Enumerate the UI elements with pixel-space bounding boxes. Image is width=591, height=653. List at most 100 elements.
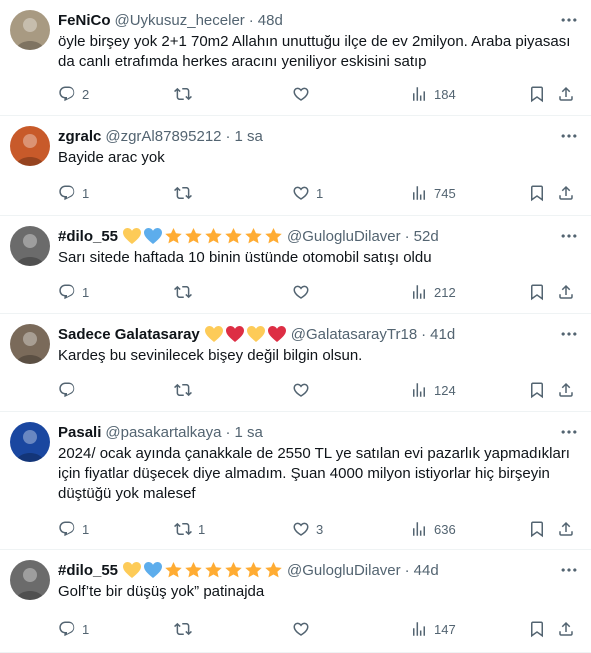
like-button[interactable] xyxy=(292,85,316,103)
more-icon[interactable] xyxy=(559,126,579,146)
share-icon xyxy=(557,520,575,538)
views-button[interactable]: 212 xyxy=(410,283,456,301)
bookmark-button[interactable] xyxy=(528,620,546,638)
avatar[interactable] xyxy=(10,422,50,462)
avatar[interactable] xyxy=(10,226,50,266)
tweet-text: Kardeş bu sevinilecek bişey değil bilgin… xyxy=(58,347,363,364)
views-count: 212 xyxy=(434,284,456,300)
tweet-time[interactable]: 41d xyxy=(430,326,455,343)
tweet-header: #dilo_55 @GulogluDilaver · 44d xyxy=(58,560,579,580)
views-count: 147 xyxy=(434,621,456,637)
share-button[interactable] xyxy=(557,85,575,103)
tweet-actions: 1 1 3 636 xyxy=(58,519,579,539)
share-icon xyxy=(557,620,575,638)
bookmark-button[interactable] xyxy=(528,283,546,301)
star-emoji xyxy=(224,561,243,579)
share-button[interactable] xyxy=(557,184,575,202)
views-button[interactable]: 124 xyxy=(410,381,456,399)
tweet-header: zgralc @zgrAl87895212 · 1 sa xyxy=(58,126,579,146)
user-handle[interactable]: @GulogluDilaver xyxy=(287,562,401,579)
tweet-text: Golf’te bir düşüş yok” patinajda xyxy=(58,583,265,600)
separator-dot: · xyxy=(404,227,410,245)
more-icon[interactable] xyxy=(559,10,579,30)
retweet-icon xyxy=(174,85,192,103)
share-icon xyxy=(557,283,575,301)
display-name[interactable]: FeNiCo xyxy=(58,12,111,29)
retweet-button[interactable] xyxy=(174,381,198,399)
share-button[interactable] xyxy=(557,620,575,638)
views-count: 184 xyxy=(434,86,456,102)
views-button[interactable]: 636 xyxy=(410,520,456,538)
retweet-button[interactable]: 1 xyxy=(174,520,205,538)
user-handle[interactable]: @zgrAl87895212 xyxy=(105,128,221,145)
tweet-time[interactable]: 52d xyxy=(414,228,439,245)
star-emoji xyxy=(244,227,263,245)
bookmark-icon xyxy=(528,184,546,202)
user-handle[interactable]: @GulogluDilaver xyxy=(287,228,401,245)
tweet-time[interactable]: 48d xyxy=(258,12,283,29)
tweet-text: öyle birşey yok 2+1 70m2 Allahın unuttuğ… xyxy=(58,33,571,70)
more-icon[interactable] xyxy=(559,422,579,442)
tweet-card[interactable]: #dilo_55 @GulogluDilaver · 44d Golf’te bir d… xyxy=(0,550,591,653)
avatar[interactable] xyxy=(10,126,50,166)
reply-button[interactable]: 1 xyxy=(58,184,89,202)
like-button[interactable]: 1 xyxy=(292,184,323,202)
bookmark-icon xyxy=(528,620,546,638)
more-icon[interactable] xyxy=(559,560,579,580)
like-button[interactable] xyxy=(292,381,316,399)
like-button[interactable] xyxy=(292,620,316,638)
reply-button[interactable]: 1 xyxy=(58,520,89,538)
avatar[interactable] xyxy=(10,10,50,50)
views-count: 636 xyxy=(434,521,456,537)
display-name[interactable]: Sadece Galatasaray xyxy=(58,326,200,343)
star-emoji xyxy=(164,227,183,245)
views-button[interactable]: 184 xyxy=(410,85,456,103)
display-name[interactable]: #dilo_55 xyxy=(58,228,118,245)
display-name[interactable]: #dilo_55 xyxy=(58,562,118,579)
bookmark-button[interactable] xyxy=(528,85,546,103)
user-handle[interactable]: @GalatasarayTr18 xyxy=(291,326,417,343)
more-icon[interactable] xyxy=(559,324,579,344)
retweet-button[interactable] xyxy=(174,85,198,103)
tweet-card[interactable]: Pasali @pasakartalkaya · 1 sa 2024/ ocak ayı… xyxy=(0,412,591,550)
retweet-button[interactable] xyxy=(174,283,198,301)
share-button[interactable] xyxy=(557,283,575,301)
like-button[interactable]: 3 xyxy=(292,520,323,538)
reply-button[interactable] xyxy=(58,381,82,399)
retweet-count: 1 xyxy=(198,521,206,537)
bookmark-button[interactable] xyxy=(528,184,546,202)
tweet-card[interactable]: zgralc @zgrAl87895212 · 1 sa Bayide arac yok… xyxy=(0,116,591,216)
retweet-button[interactable] xyxy=(174,184,198,202)
more-icon[interactable] xyxy=(559,226,579,246)
tweet-card[interactable]: FeNiCo @Uykusuz_heceler · 48d öyle birşey yo… xyxy=(0,0,591,116)
display-name[interactable]: zgralc xyxy=(58,128,101,145)
tweet-header: #dilo_55 @GulogluDilaver · 52d xyxy=(58,226,579,246)
reply-icon xyxy=(58,620,76,638)
bookmark-icon xyxy=(528,85,546,103)
retweet-icon xyxy=(174,283,192,301)
tweet-actions: 124 xyxy=(58,380,579,400)
avatar[interactable] xyxy=(10,560,50,600)
avatar[interactable] xyxy=(10,324,50,364)
reply-button[interactable]: 1 xyxy=(58,283,89,301)
tweet-time[interactable]: 44d xyxy=(414,562,439,579)
share-button[interactable] xyxy=(557,381,575,399)
bookmark-button[interactable] xyxy=(528,520,546,538)
tweet-card[interactable]: #dilo_55 @GulogluDilaver · 52d Sarı sitede h… xyxy=(0,216,591,314)
display-name[interactable]: Pasali xyxy=(58,424,101,441)
reply-button[interactable]: 1 xyxy=(58,620,89,638)
tweet-card[interactable]: Sadece Galatasaray @GalatasarayTr18 · 41d Ka… xyxy=(0,314,591,412)
views-button[interactable]: 745 xyxy=(410,184,456,202)
user-handle[interactable]: @Uykusuz_heceler xyxy=(115,12,245,29)
tweet-time[interactable]: 1 sa xyxy=(235,128,263,145)
tweet-time[interactable]: 1 sa xyxy=(235,424,263,441)
views-button[interactable]: 147 xyxy=(410,620,456,638)
user-handle[interactable]: @pasakartalkaya xyxy=(105,424,221,441)
share-button[interactable] xyxy=(557,520,575,538)
bookmark-button[interactable] xyxy=(528,381,546,399)
like-button[interactable] xyxy=(292,283,316,301)
reply-button[interactable]: 2 xyxy=(58,85,89,103)
like-icon xyxy=(292,184,310,202)
retweet-button[interactable] xyxy=(174,620,198,638)
share-icon xyxy=(557,381,575,399)
